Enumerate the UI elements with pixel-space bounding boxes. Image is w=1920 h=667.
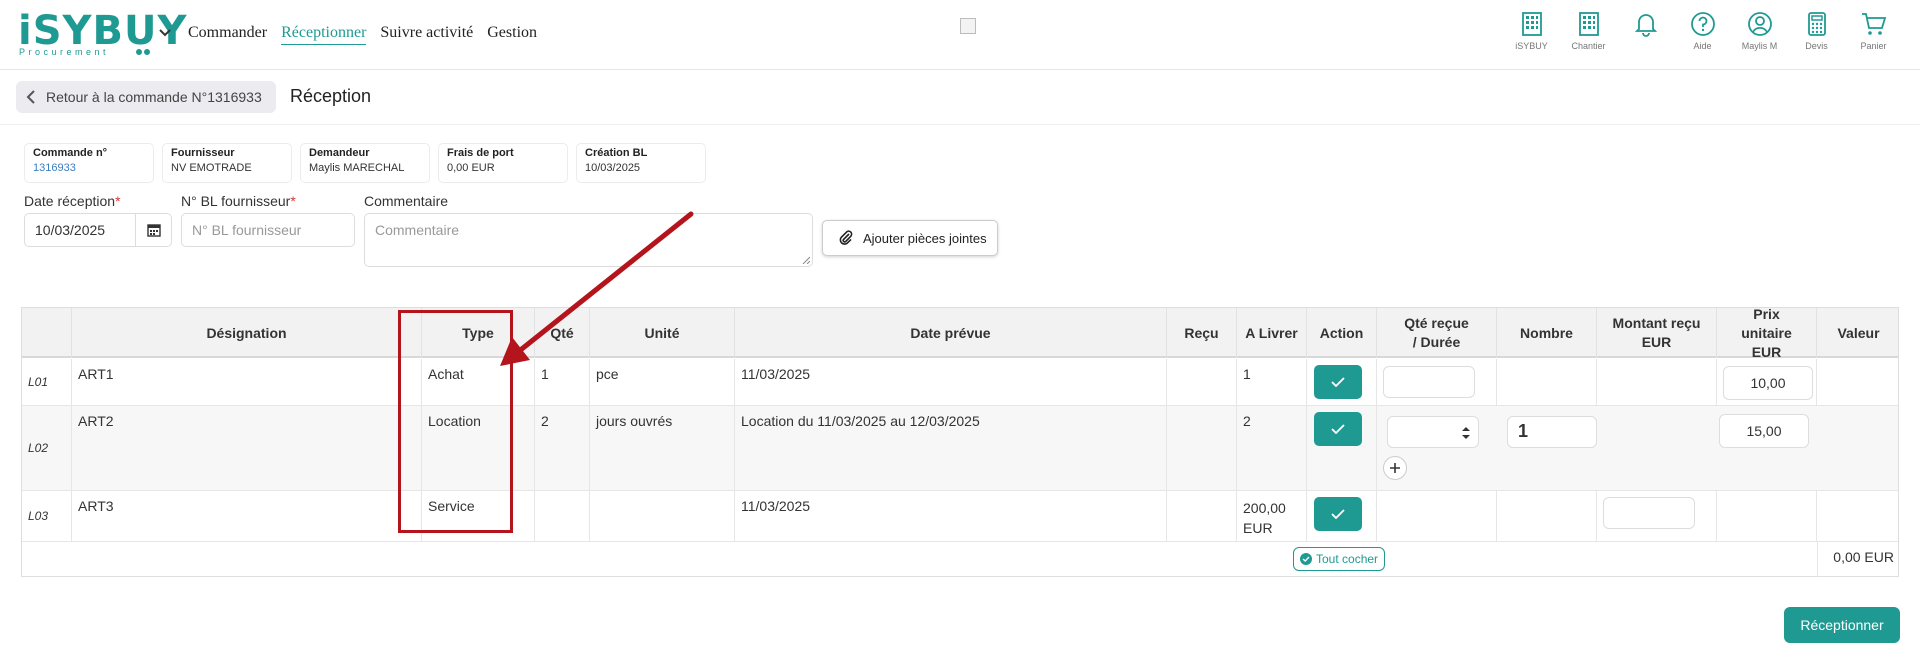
reception-table: Désignation Type Qté Unité Date prévue R… <box>21 306 1899 577</box>
col-recu: Reçu <box>1167 308 1237 358</box>
info-card-demandeur: Demandeur Maylis MARECHAL <box>300 143 430 183</box>
building-icon <box>1578 12 1599 36</box>
check-button[interactable] <box>1314 497 1362 531</box>
info-card-fournisseur: Fournisseur NV EMOTRADE <box>162 143 292 183</box>
prix-unitaire-input[interactable]: 15,00 <box>1719 414 1809 448</box>
commentaire-label: Commentaire <box>364 193 449 209</box>
check-icon <box>1331 424 1345 434</box>
table-header: Désignation Type Qté Unité Date prévue R… <box>22 306 1898 360</box>
bell-icon <box>1634 14 1657 37</box>
divider <box>0 124 1920 125</box>
add-attachment-button[interactable]: Ajouter pièces jointes <box>822 220 998 256</box>
check-circle-icon <box>1300 553 1312 565</box>
qte-recue-input[interactable] <box>1383 366 1475 398</box>
calculator-icon <box>1807 12 1826 36</box>
table-row: L02 ART2 Location 2 jours ouvrés Locatio… <box>22 406 1898 491</box>
nav-suivre-activite[interactable]: Suivre activité <box>380 24 473 45</box>
col-designation: Désignation <box>72 308 422 358</box>
col-montant: Montant reçu EUR <box>1597 308 1717 358</box>
prix-unitaire-input[interactable]: 10,00 <box>1723 366 1813 400</box>
stepper-arrows-icon[interactable] <box>1462 426 1470 440</box>
nombre-input[interactable]: 1 <box>1507 416 1597 448</box>
check-icon <box>1331 509 1345 519</box>
broken-image-icon <box>960 18 976 34</box>
info-card-frais-port: Frais de port 0,00 EUR <box>438 143 568 183</box>
top-icon-isybuy[interactable]: iSYBUY <box>1503 10 1560 51</box>
check-button[interactable] <box>1314 412 1362 446</box>
col-valeur: Valeur <box>1837 324 1880 341</box>
order-info: Commande n° 1316933 Fournisseur NV EMOTR… <box>24 143 706 183</box>
back-to-order-button[interactable]: Retour à la commande N°1316933 <box>16 81 276 113</box>
logo-dots <box>136 49 150 55</box>
nav-receptionner[interactable]: Réceptionner <box>281 24 367 45</box>
isybuy-logo[interactable]: iSYBUY Procurement <box>18 8 188 57</box>
date-reception-label: Date réception* <box>24 193 121 209</box>
resize-grip-icon[interactable] <box>802 256 810 264</box>
check-button[interactable] <box>1314 365 1362 399</box>
top-icon-devis[interactable]: Devis <box>1788 10 1845 51</box>
date-reception-input[interactable]: 10/03/2025 <box>24 213 172 247</box>
check-icon <box>1331 377 1345 387</box>
tout-cocher-button[interactable]: Tout cocher <box>1293 547 1386 571</box>
paperclip-icon <box>839 230 853 245</box>
col-qte-recue: Qté reçue / Durée <box>1377 308 1497 358</box>
top-icon-panier[interactable]: Panier <box>1845 10 1902 51</box>
info-card-creation-bl: Création BL 10/03/2025 <box>576 143 706 183</box>
bl-fournisseur-label: N° BL fournisseur* <box>181 193 296 209</box>
total-value: 0,00 EUR <box>1817 542 1900 577</box>
col-date-prevue: Date prévue <box>735 308 1167 358</box>
commentaire-input[interactable]: Commentaire <box>364 213 813 267</box>
col-prix: Prix unitaire EUR <box>1717 306 1817 360</box>
bl-fournisseur-input[interactable]: N° BL fournisseur <box>181 213 355 247</box>
info-card-commande: Commande n° 1316933 <box>24 143 154 183</box>
montant-recu-input[interactable] <box>1603 497 1695 529</box>
col-line <box>22 308 72 358</box>
top-bar: iSYBUY Procurement Commander Réceptionne… <box>0 0 1920 70</box>
col-nombre: Nombre <box>1497 308 1597 358</box>
back-label: Retour à la commande N°1316933 <box>46 89 262 105</box>
top-icons: iSYBUY Chantier Aide Maylis M Devis Pani… <box>1503 10 1902 51</box>
chevron-left-icon <box>26 90 35 104</box>
col-a-livrer: A Livrer <box>1237 308 1307 358</box>
page-title: Réception <box>290 86 372 106</box>
chevron-down-icon[interactable] <box>158 26 172 40</box>
add-period-button[interactable] <box>1383 456 1407 480</box>
logo-text: iSYBUY <box>18 8 188 54</box>
nav-commander[interactable]: Commander <box>188 24 267 45</box>
table-row: L01 ART1 Achat 1 pce 11/03/2025 1 10,00 <box>22 359 1898 406</box>
plus-icon <box>1390 463 1400 473</box>
cart-icon <box>1861 13 1886 35</box>
top-icon-aide[interactable]: Aide <box>1674 10 1731 51</box>
main-nav: Commander Réceptionner Suivre activité G… <box>188 24 537 45</box>
top-icon-chantier[interactable]: Chantier <box>1560 10 1617 51</box>
receptionner-button[interactable]: Réceptionner <box>1784 607 1900 643</box>
logo-subtitle: Procurement <box>19 47 110 57</box>
totals-row: Tout cocher 0,00 EUR <box>22 542 1898 577</box>
duree-stepper[interactable] <box>1387 416 1479 448</box>
top-icon-user[interactable]: Maylis M <box>1731 10 1788 51</box>
top-icon-notifications[interactable] <box>1617 10 1674 51</box>
col-qte: Qté <box>535 308 590 358</box>
col-action: Action <box>1307 308 1377 358</box>
user-icon <box>1747 12 1772 36</box>
building-icon <box>1521 12 1542 36</box>
table-row: L03 ART3 Service 11/03/2025 200,00 EUR <box>22 491 1898 542</box>
calendar-icon[interactable] <box>135 214 171 246</box>
highlight-box <box>398 310 513 533</box>
help-icon <box>1690 12 1715 36</box>
col-unite: Unité <box>590 308 735 358</box>
nav-gestion[interactable]: Gestion <box>487 24 537 45</box>
order-number-link[interactable]: 1316933 <box>33 162 145 174</box>
